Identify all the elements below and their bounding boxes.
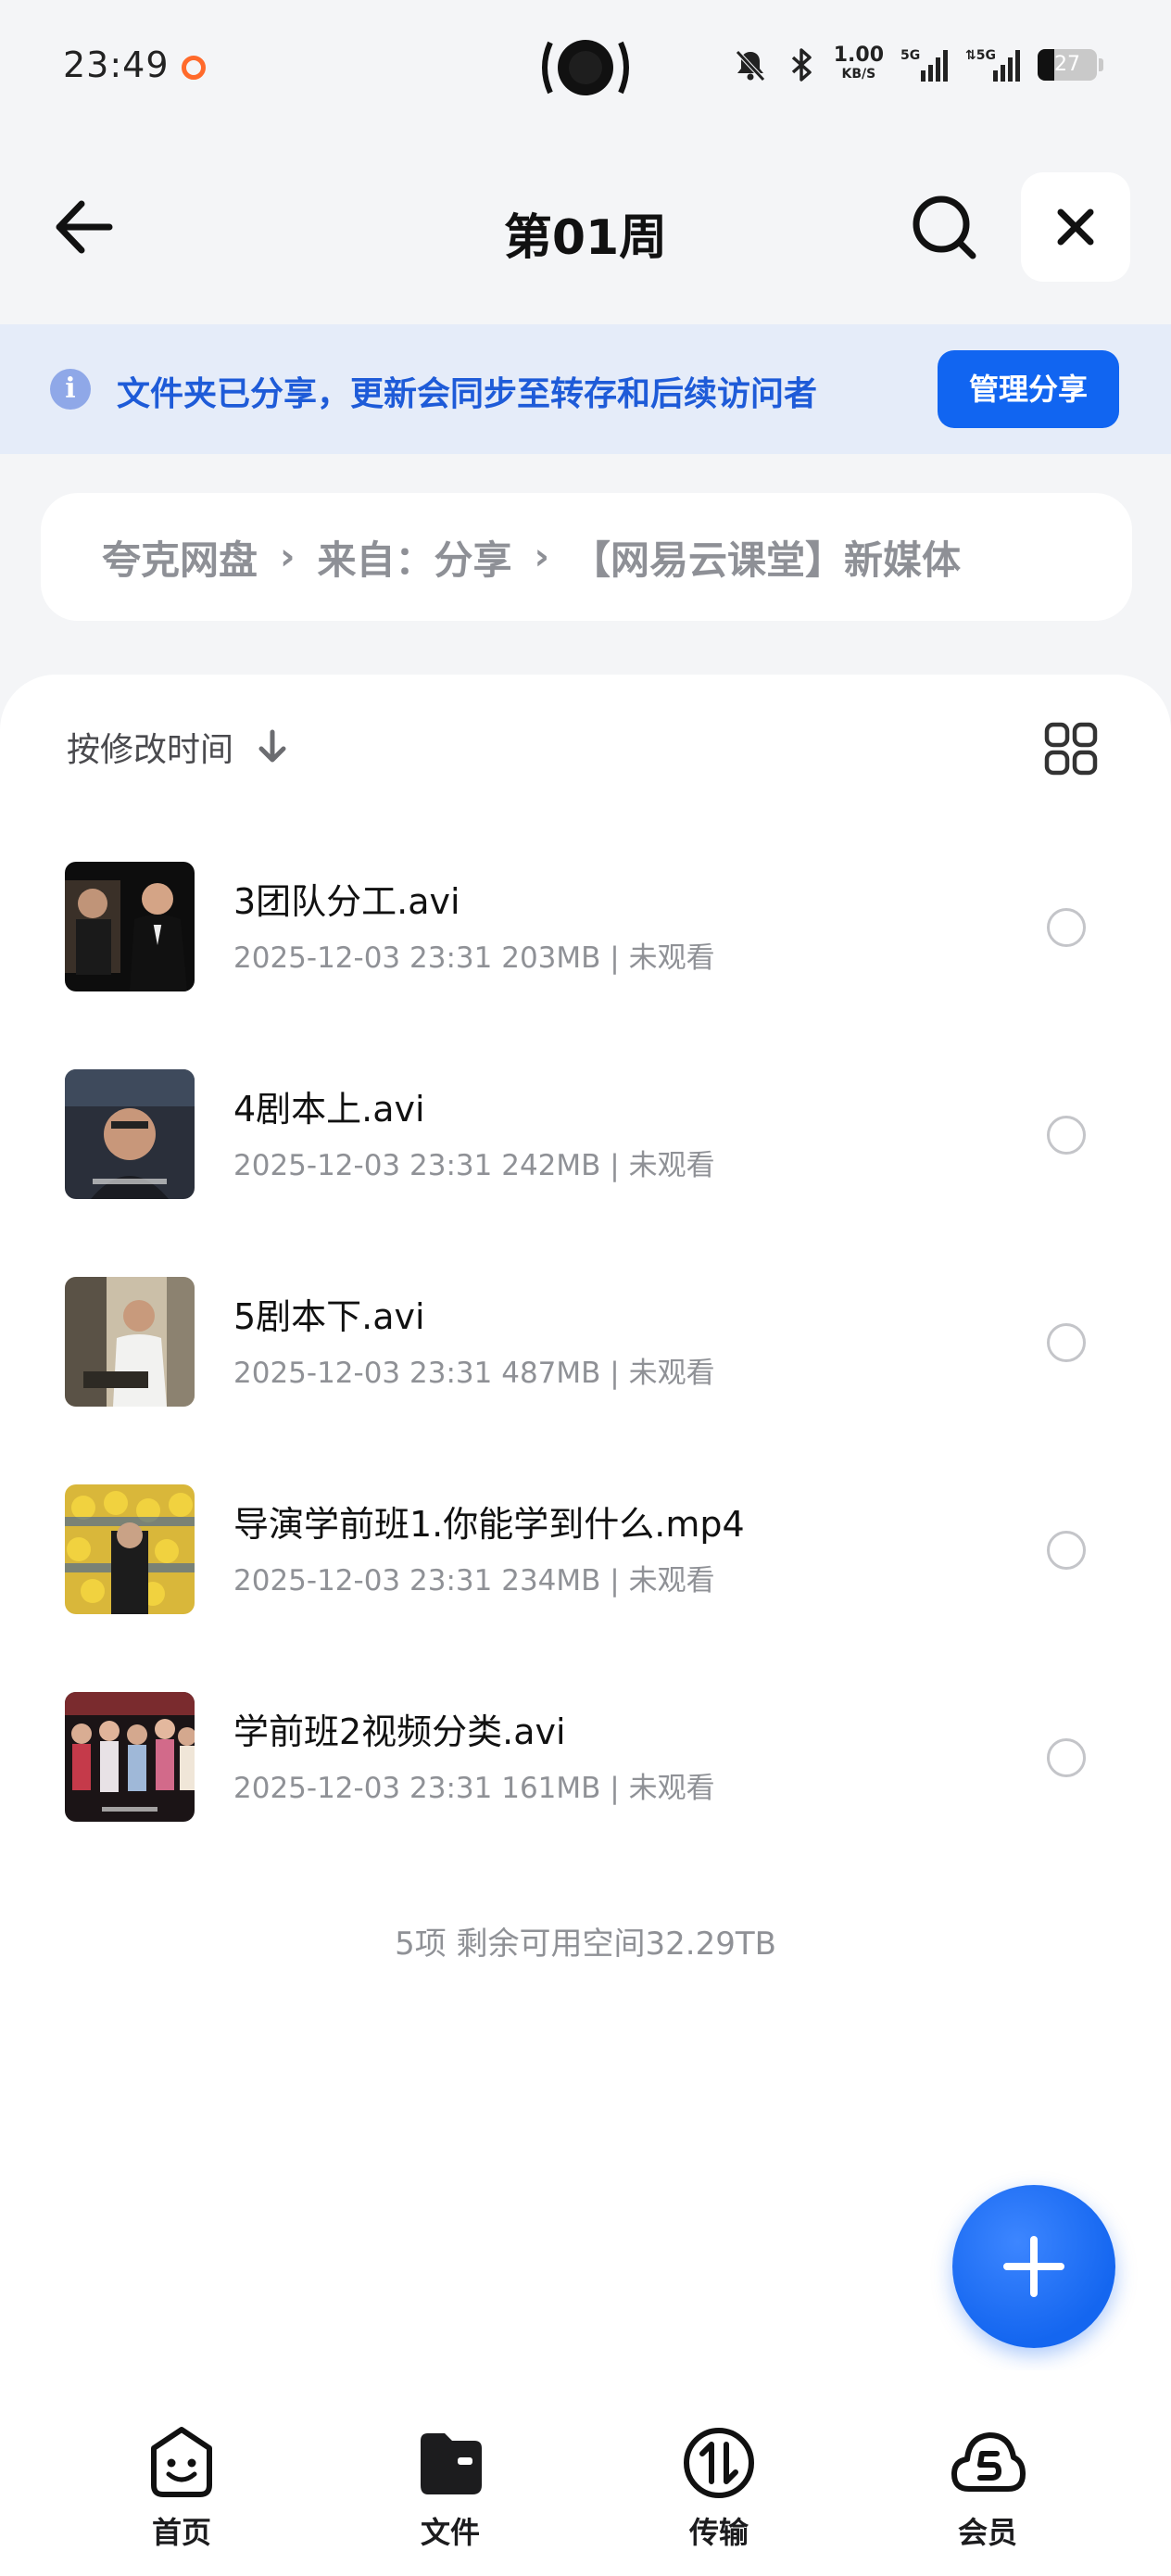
face-icon: [151, 2427, 212, 2497]
list-item[interactable]: 5剧本下.avi 2025-12-03 23:31 487MB | 未观看: [0, 1266, 1171, 1473]
file-meta: 2025-12-03 23:31 242MB | 未观看: [233, 1149, 715, 1182]
svg-text:5G: 5G: [900, 48, 920, 63]
watch-status: 未观看: [628, 1149, 715, 1182]
close-icon: [1057, 208, 1094, 246]
share-banner: i 文件夹已分享，更新会同步至转存和后续访问者 管理分享: [0, 324, 1171, 454]
file-date: 2025-12-03 23:31: [233, 1772, 493, 1805]
breadcrumb: 夸克网盘 › 来自：分享 › 【网易云课堂】新媒体: [41, 493, 1132, 621]
file-date: 2025-12-03 23:31: [233, 1149, 493, 1182]
tab-transfer[interactable]: 传输: [645, 2424, 793, 2552]
tab-label: 会员: [957, 2515, 1017, 2550]
search-icon[interactable]: [908, 191, 982, 265]
page-title: 第01周: [503, 210, 668, 266]
tab-label: 传输: [688, 2515, 749, 2550]
status-icons: 1.00 KB/S 5G ⇅5G 27: [732, 44, 1103, 83]
cloud-icon: [951, 2432, 1026, 2492]
video-thumbnail: [65, 1069, 195, 1199]
video-thumbnail: [65, 1277, 195, 1407]
sort-label: 按修改时间: [67, 731, 234, 769]
storage-summary: 5项 剩余可用空间32.29TB: [395, 1926, 776, 1963]
file-name: 5剧本下.avi: [233, 1296, 425, 1337]
close-button[interactable]: [1021, 172, 1130, 282]
file-meta: 2025-12-03 23:31 203MB | 未观看: [233, 941, 715, 975]
folder-icon: [421, 2433, 482, 2494]
chevron-right-icon: ›: [280, 536, 296, 578]
plus-icon: [1003, 2236, 1064, 2297]
file-size: 161MB: [501, 1772, 601, 1805]
mute-bell-icon: [735, 50, 765, 82]
tab-files[interactable]: 文件: [376, 2424, 524, 2552]
bottom-tab-bar: 首页 文件 传输 会员: [0, 2370, 1171, 2576]
watch-status: 未观看: [628, 1772, 715, 1805]
file-name: 导演学前班1.你能学到什么.mp4: [233, 1504, 745, 1545]
status-time: 23:49: [63, 44, 170, 85]
file-date: 2025-12-03 23:31: [233, 1357, 493, 1390]
file-size: 203MB: [501, 941, 601, 975]
bluetooth-icon: [791, 48, 812, 82]
video-thumbnail: [65, 1692, 195, 1822]
sort-control[interactable]: 按修改时间: [67, 723, 289, 771]
list-item[interactable]: 3团队分工.avi 2025-12-03 23:31 203MB | 未观看: [0, 851, 1171, 1058]
list-item[interactable]: 4剧本上.avi 2025-12-03 23:31 242MB | 未观看: [0, 1058, 1171, 1266]
signal-5g-icon-2: ⇅5G: [965, 48, 1020, 82]
list-item[interactable]: 导演学前班1.你能学到什么.mp4 2025-12-03 23:31 234MB…: [0, 1473, 1171, 1681]
tab-label: 首页: [151, 2515, 211, 2550]
signal-5g-icon: 5G: [900, 48, 948, 82]
file-size: 487MB: [501, 1357, 601, 1390]
share-banner-message: 文件夹已分享，更新会同步至转存和后续访问者: [117, 375, 818, 413]
select-checkbox[interactable]: [1047, 1531, 1086, 1570]
select-checkbox[interactable]: [1047, 1738, 1086, 1777]
arrow-down-icon: [258, 729, 286, 763]
screen-record-icon: [182, 56, 206, 80]
breadcrumb-item-root[interactable]: 夸克网盘: [102, 529, 258, 586]
file-list: 3团队分工.avi 2025-12-03 23:31 203MB | 未观看 4…: [0, 851, 1171, 1888]
file-list-panel: 按修改时间 3团队分工.avi 2025-12-03 23:31 203MB |…: [0, 675, 1171, 2370]
select-checkbox[interactable]: [1047, 908, 1086, 947]
grid-view-icon[interactable]: [1043, 721, 1099, 777]
manage-share-button[interactable]: 管理分享: [938, 350, 1119, 428]
select-checkbox[interactable]: [1047, 1116, 1086, 1155]
file-name: 4剧本上.avi: [233, 1089, 425, 1130]
file-meta: 2025-12-03 23:31 161MB | 未观看: [233, 1772, 715, 1805]
watch-status: 未观看: [628, 1357, 715, 1390]
chevron-right-icon: ›: [534, 536, 549, 578]
video-thumbnail: [65, 1484, 195, 1614]
watch-status: 未观看: [628, 1564, 715, 1597]
net-speed: 1.00 KB/S: [833, 44, 884, 82]
select-checkbox[interactable]: [1047, 1323, 1086, 1362]
file-meta: 2025-12-03 23:31 487MB | 未观看: [233, 1357, 715, 1390]
list-item[interactable]: 学前班2视频分类.avi 2025-12-03 23:31 161MB | 未观…: [0, 1681, 1171, 1888]
watch-status: 未观看: [628, 941, 715, 975]
front-camera-icon: [542, 40, 629, 95]
transfer-icon: [684, 2428, 754, 2498]
file-name: 3团队分工.avi: [233, 881, 460, 922]
breadcrumb-item-course[interactable]: 【网易云课堂】新媒体: [572, 529, 961, 586]
file-date: 2025-12-03 23:31: [233, 1564, 493, 1597]
info-icon: i: [50, 369, 91, 410]
breadcrumb-item-shared[interactable]: 来自：分享: [318, 529, 512, 586]
file-size: 242MB: [501, 1149, 601, 1182]
tab-home[interactable]: 首页: [107, 2424, 256, 2552]
video-thumbnail: [65, 862, 195, 991]
top-bar: 第01周: [0, 167, 1171, 287]
file-name: 学前班2视频分类.avi: [233, 1711, 566, 1752]
file-size: 234MB: [501, 1564, 601, 1597]
file-meta: 2025-12-03 23:31 234MB | 未观看: [233, 1564, 715, 1597]
tab-label: 文件: [420, 2515, 480, 2550]
add-button[interactable]: [952, 2185, 1115, 2348]
status-bar: 23:49 1.00 KB/S 5G ⇅5G 27: [0, 0, 1171, 139]
battery-icon: 27: [1038, 49, 1103, 81]
svg-text:⇅5G: ⇅5G: [965, 48, 996, 63]
file-date: 2025-12-03 23:31: [233, 941, 493, 975]
tab-membership[interactable]: 会员: [913, 2424, 1062, 2552]
